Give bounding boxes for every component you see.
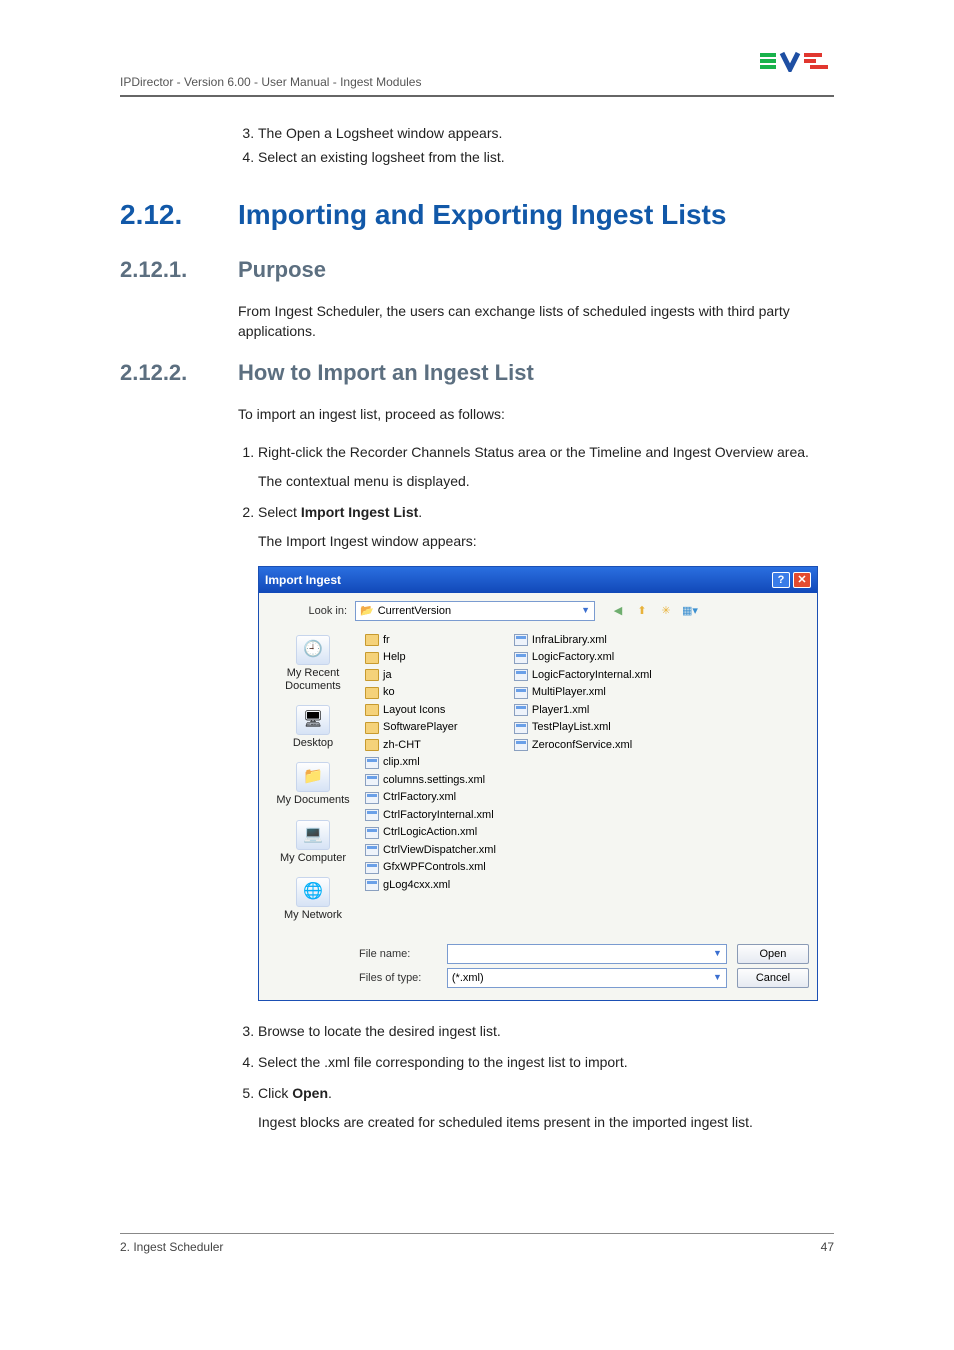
dialog-titlebar[interactable]: Import Ingest ? ✕ (259, 567, 817, 593)
filetype-label: Files of type: (359, 970, 437, 987)
import-ingest-dialog: Import Ingest ? ✕ Look in: 📂CurrentVersi… (258, 566, 818, 1001)
cancel-button[interactable]: Cancel (737, 968, 809, 988)
xml-file-icon (514, 704, 528, 716)
place-desktop[interactable]: 🖥Desktop (267, 705, 359, 750)
proc-step-4: Select the .xml file corresponding to th… (258, 1052, 834, 1073)
file-list[interactable]: frHelpjakoLayout IconsSoftwarePlayerzh-C… (359, 629, 809, 934)
file-item[interactable]: LogicFactoryInternal.xml (514, 667, 652, 684)
open-button[interactable]: Open (737, 944, 809, 964)
xml-file-icon (514, 722, 528, 734)
xml-file-icon (365, 757, 379, 769)
filetype-combo[interactable]: (*.xml) ▼ (447, 968, 727, 988)
file-item[interactable]: MultiPlayer.xml (514, 684, 652, 701)
section-heading: 2.12.Importing and Exporting Ingest List… (120, 199, 834, 231)
file-item[interactable]: ZeroconfService.xml (514, 737, 652, 754)
continued-steps: The Open a Logsheet window appears. Sele… (238, 125, 834, 165)
file-item[interactable]: ja (365, 667, 496, 684)
purpose-body: From Ingest Scheduler, the users can exc… (238, 301, 834, 342)
filename-input[interactable]: ▼ (447, 944, 727, 964)
file-item[interactable]: CtrlViewDispatcher.xml (365, 842, 496, 859)
xml-file-icon (365, 879, 379, 891)
file-item[interactable]: columns.settings.xml (365, 772, 496, 789)
folder-icon (365, 634, 379, 646)
howto-intro: To import an ingest list, proceed as fol… (238, 404, 834, 424)
filename-label: File name: (359, 946, 437, 963)
chevron-down-icon: ▼ (713, 971, 722, 985)
proc-step-3: Browse to locate the desired ingest list… (258, 1021, 834, 1042)
place-mycomp[interactable]: 💻My Computer (267, 820, 359, 865)
file-item[interactable]: GfxWPFControls.xml (365, 859, 496, 876)
folder-icon (365, 722, 379, 734)
xml-file-icon (365, 862, 379, 874)
xml-file-icon (514, 634, 528, 646)
file-item[interactable]: CtrlFactoryInternal.xml (365, 807, 496, 824)
folder-icon (365, 652, 379, 664)
view-menu-icon[interactable]: ▦▾ (681, 602, 699, 620)
file-item[interactable]: Player1.xml (514, 702, 652, 719)
place-mynet[interactable]: 🌐My Network (267, 877, 359, 922)
file-item[interactable]: InfraLibrary.xml (514, 632, 652, 649)
file-item[interactable]: TestPlayList.xml (514, 719, 652, 736)
xml-file-icon (514, 669, 528, 681)
up-icon[interactable]: ⬆ (633, 602, 651, 620)
step-3: The Open a Logsheet window appears. (258, 125, 834, 141)
evs-logo (760, 50, 834, 75)
subsection-purpose: 2.12.1.Purpose (120, 257, 834, 283)
xml-file-icon (514, 652, 528, 664)
step-4: Select an existing logsheet from the lis… (258, 149, 834, 165)
xml-file-icon (365, 792, 379, 804)
xml-file-icon (365, 809, 379, 821)
help-button[interactable]: ? (772, 572, 790, 588)
page-footer: 2. Ingest Scheduler 47 (120, 1233, 834, 1254)
lookin-combo[interactable]: 📂CurrentVersion ▼ (355, 601, 595, 621)
proc-step-1: Right-click the Recorder Channels Status… (258, 442, 834, 492)
file-item[interactable]: fr (365, 632, 496, 649)
proc-step-2: Select Import Ingest List. The Import In… (258, 502, 834, 1001)
folder-icon (365, 669, 379, 681)
file-item[interactable]: Layout Icons (365, 702, 496, 719)
close-button[interactable]: ✕ (793, 572, 811, 588)
lookin-label: Look in: (267, 603, 347, 620)
file-item[interactable]: zh-CHT (365, 737, 496, 754)
file-item[interactable]: LogicFactory.xml (514, 649, 652, 666)
place-recent[interactable]: 🕘My Recent Documents (267, 635, 359, 693)
xml-file-icon (365, 844, 379, 856)
file-item[interactable]: clip.xml (365, 754, 496, 771)
subsection-howto: 2.12.2.How to Import an Ingest List (120, 360, 834, 386)
xml-file-icon (514, 739, 528, 751)
file-item[interactable]: gLog4cxx.xml (365, 877, 496, 894)
file-item[interactable]: ko (365, 684, 496, 701)
procedure-list: Right-click the Recorder Channels Status… (238, 442, 834, 1133)
chevron-down-icon: ▼ (713, 947, 722, 961)
place-mydocs[interactable]: 📁My Documents (267, 762, 359, 807)
folder-icon (365, 687, 379, 699)
new-folder-icon[interactable]: ✳ (657, 602, 675, 620)
proc-step-5: Click Open. Ingest blocks are created fo… (258, 1083, 834, 1133)
file-item[interactable]: CtrlFactory.xml (365, 789, 496, 806)
folder-icon (365, 739, 379, 751)
file-item[interactable]: CtrlLogicAction.xml (365, 824, 496, 841)
folder-icon (365, 704, 379, 716)
file-item[interactable]: Help (365, 649, 496, 666)
footer-left: 2. Ingest Scheduler (120, 1240, 223, 1254)
open-folder-icon: 📂 (360, 605, 374, 617)
xml-file-icon (514, 687, 528, 699)
chevron-down-icon: ▼ (581, 604, 590, 618)
dialog-title: Import Ingest (265, 571, 341, 589)
xml-file-icon (365, 827, 379, 839)
footer-page: 47 (821, 1240, 834, 1254)
back-icon[interactable]: ◀ (609, 602, 627, 620)
xml-file-icon (365, 774, 379, 786)
places-sidebar: 🕘My Recent Documents 🖥Desktop 📁My Docume… (267, 629, 359, 934)
page-header: IPDirector - Version 6.00 - User Manual … (120, 75, 834, 97)
file-item[interactable]: SoftwarePlayer (365, 719, 496, 736)
